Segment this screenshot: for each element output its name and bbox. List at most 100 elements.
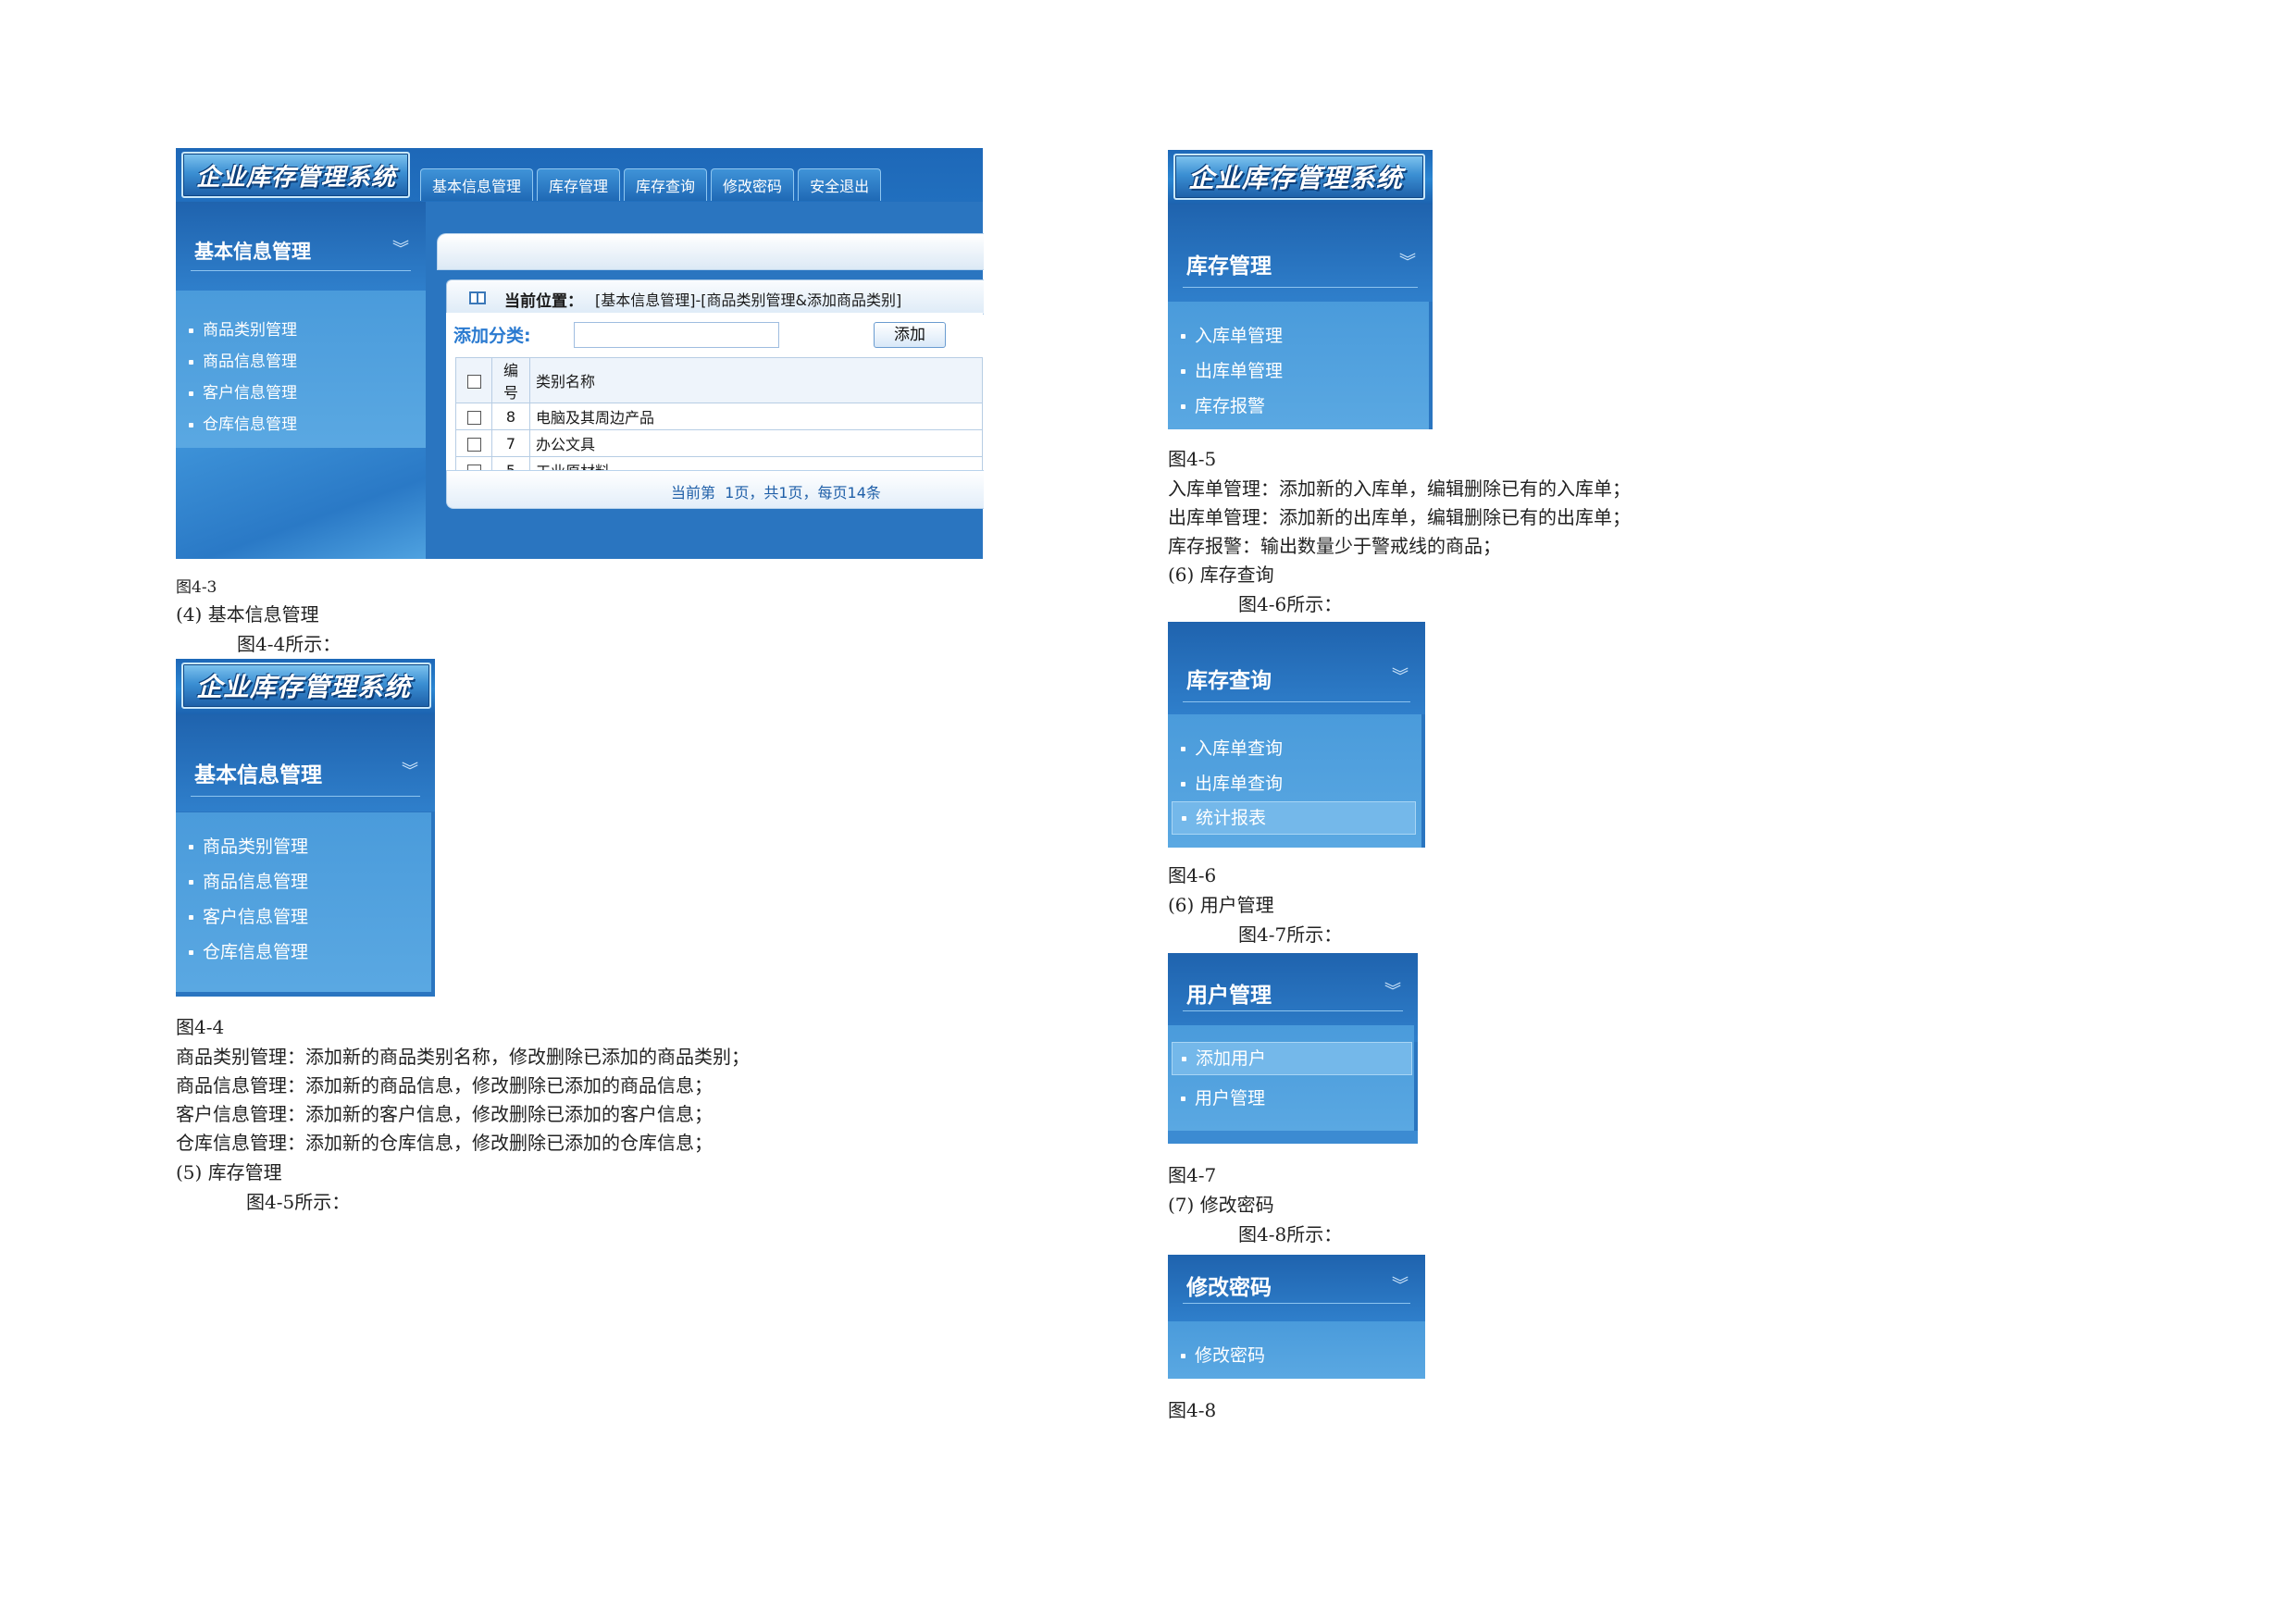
row-checkbox[interactable]: [455, 403, 492, 430]
menu-item-label: 仓库信息管理: [203, 942, 309, 962]
fig44-menu-screenshot: 企业库存管理系统 基本信息管理 ︾ 商品类别管理 商品信息管理 客户信息管理 仓…: [176, 659, 435, 997]
menu-item-label: 用户管理: [1195, 1088, 1266, 1109]
menu-title: 库存查询: [1186, 669, 1272, 693]
menu-divider: [1183, 1303, 1410, 1304]
double-chevron-down-icon[interactable]: ︾: [402, 763, 418, 780]
add-button[interactable]: 添加: [874, 322, 946, 348]
sidebar-item-label: 仓库信息管理: [203, 415, 297, 434]
section-heading-user-management: (6) 用户管理: [1168, 894, 1274, 916]
bullet-icon: [1181, 369, 1185, 374]
app-logo: 企业库存管理系统: [181, 663, 431, 709]
double-chevron-down-icon[interactable]: ︾: [392, 242, 409, 258]
menu-item-label: 添加用户: [1196, 1048, 1267, 1069]
menu-item-label: 库存报警: [1195, 396, 1266, 416]
menu-item[interactable]: 库存报警: [1181, 392, 1265, 417]
menu-body: 修改密码: [1168, 1321, 1425, 1379]
table-row: 8 电脑及其周边产品: [455, 403, 983, 430]
menu-item[interactable]: 客户信息管理: [189, 903, 308, 928]
menu-title: 用户管理: [1186, 984, 1272, 1008]
menu-item-label: 统计报表: [1196, 808, 1267, 828]
caption-fig48: 图4-8: [1168, 1399, 1217, 1421]
menu-header[interactable]: 基本信息管理 ︾: [176, 714, 435, 812]
row-checkbox[interactable]: [455, 429, 492, 457]
menu-header[interactable]: 修改密码 ︾: [1168, 1255, 1425, 1321]
menu-item[interactable]: 仓库信息管理: [189, 938, 308, 963]
menu-item[interactable]: 入库单查询: [1181, 735, 1283, 760]
tab-logout[interactable]: 安全退出: [798, 168, 882, 201]
bullet-icon: [1181, 782, 1185, 787]
sidebar-footer: [176, 448, 426, 559]
sidebar-item-customer[interactable]: 客户信息管理: [189, 379, 297, 403]
section-heading-inventory-query: (6) 库存查询: [1168, 564, 1274, 586]
double-chevron-down-icon[interactable]: ︾: [1384, 984, 1401, 1000]
menu-item-label: 入库单查询: [1195, 738, 1284, 759]
select-all-checkbox[interactable]: [455, 357, 492, 403]
double-chevron-down-icon[interactable]: ︾: [1392, 1278, 1409, 1295]
menu-item-selected[interactable]: 添加用户: [1172, 1042, 1412, 1075]
menu-item[interactable]: 出库单查询: [1181, 770, 1283, 795]
sidebar-header[interactable]: 基本信息管理 ︾: [176, 202, 426, 291]
menu-item-label: 客户信息管理: [203, 907, 309, 927]
top-nav: 基本信息管理 库存管理 库存查询 修改密码 安全退出: [420, 168, 882, 201]
bullet-icon: [1181, 334, 1185, 339]
app-logo: 企业库存管理系统: [1173, 154, 1425, 200]
menu-item[interactable]: 用户管理: [1181, 1084, 1265, 1109]
menu-item[interactable]: 入库单管理: [1181, 322, 1283, 347]
category-name-input[interactable]: [574, 322, 779, 348]
fig48-menu-screenshot: 修改密码 ︾ 修改密码: [1168, 1255, 1425, 1379]
bullet-icon: [1181, 1096, 1185, 1101]
caption-fig45: 图4-5: [1168, 448, 1217, 470]
menu-item-label: 入库单管理: [1195, 326, 1284, 346]
checkbox-icon[interactable]: [466, 374, 481, 389]
section-heading-basic-info: (4) 基本信息管理: [176, 603, 319, 626]
checkbox-icon[interactable]: [466, 410, 481, 425]
table-row: 7 办公文具: [455, 429, 983, 457]
description-line: 客户信息管理：添加新的客户信息，修改删除已添加的客户信息；: [176, 1103, 713, 1125]
figure-reference: 图4-7所示：: [1238, 923, 1343, 946]
row-id: 8: [491, 403, 530, 430]
sidebar-item-warehouse[interactable]: 仓库信息管理: [189, 411, 297, 434]
menu-divider: [191, 796, 420, 797]
menu-body: 商品类别管理 商品信息管理 客户信息管理 仓库信息管理: [176, 812, 431, 992]
app-logo-text: 企业库存管理系统: [1188, 163, 1404, 193]
row-name[interactable]: 电脑及其周边产品: [529, 403, 983, 430]
tab-change-password[interactable]: 修改密码: [711, 168, 795, 201]
tab-inventory[interactable]: 库存管理: [537, 168, 621, 201]
sidebar: 基本信息管理 ︾ 商品类别管理 商品信息管理 客户信息管理 仓库信息管理: [176, 202, 426, 559]
tab-basic-info[interactable]: 基本信息管理: [420, 168, 534, 201]
top-banner: 企业库存管理系统: [1168, 150, 1433, 204]
menu-item-label: 修改密码: [1195, 1345, 1266, 1366]
sidebar-item-goods[interactable]: 商品信息管理: [189, 348, 297, 371]
section-heading-inventory: (5) 库存管理: [176, 1161, 282, 1183]
checkbox-icon[interactable]: [466, 437, 481, 452]
figure-reference: 图4-6所示：: [1238, 593, 1343, 615]
sidebar-item-label: 商品信息管理: [203, 353, 297, 371]
sidebar-item-label: 商品类别管理: [203, 321, 297, 340]
menu-item[interactable]: 商品信息管理: [189, 868, 308, 893]
bullet-icon: [1181, 1354, 1185, 1358]
col-header-name: 类别名称: [529, 357, 983, 403]
add-category-label: 添加分类:: [453, 326, 531, 346]
double-chevron-down-icon[interactable]: ︾: [1392, 669, 1409, 686]
menu-title: 修改密码: [1186, 1276, 1272, 1300]
menu-divider: [1183, 1010, 1403, 1011]
menu-item-selected[interactable]: 统计报表: [1172, 801, 1416, 835]
tab-inventory-query[interactable]: 库存查询: [624, 168, 708, 201]
fig43-screenshot: 企业库存管理系统 基本信息管理 库存管理 库存查询 修改密码 安全退出 基本信息…: [176, 148, 984, 559]
menu-item[interactable]: 商品类别管理: [189, 833, 308, 858]
bullet-icon: [1182, 816, 1186, 821]
menu-item[interactable]: 出库单管理: [1181, 357, 1283, 382]
sidebar-item-category[interactable]: 商品类别管理: [189, 316, 297, 340]
menu-item[interactable]: 修改密码: [1181, 1342, 1265, 1367]
menu-divider: [1183, 701, 1410, 702]
menu-header[interactable]: 库存查询 ︾: [1168, 622, 1425, 714]
row-name[interactable]: 办公文具: [529, 429, 983, 457]
bullet-icon: [189, 915, 193, 920]
menu-header[interactable]: 库存管理 ︾: [1168, 204, 1433, 302]
app-logo-text: 企业库存管理系统: [196, 672, 412, 702]
double-chevron-down-icon[interactable]: ︾: [1399, 254, 1416, 271]
top-banner: 企业库存管理系统: [176, 659, 435, 714]
sidebar-item-label: 客户信息管理: [203, 384, 297, 403]
menu-divider: [1183, 287, 1418, 288]
figure-reference: 图4-8所示：: [1238, 1223, 1343, 1245]
